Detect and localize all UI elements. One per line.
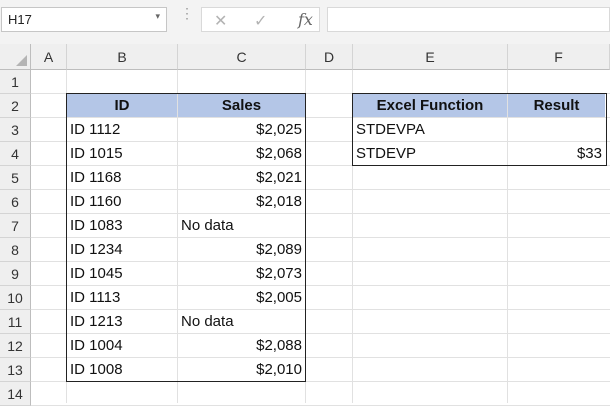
select-all-icon bbox=[16, 55, 27, 66]
column-header-d[interactable]: D bbox=[306, 44, 353, 70]
row-header-8[interactable]: 8 bbox=[0, 238, 31, 262]
row-header-14[interactable]: 14 bbox=[0, 382, 31, 406]
column-header-f[interactable]: F bbox=[508, 44, 610, 70]
table-cell[interactable]: ID 1213 bbox=[67, 310, 177, 333]
table-cell[interactable]: ID 1004 bbox=[67, 334, 177, 357]
row-header-5[interactable]: 5 bbox=[0, 166, 31, 190]
enter-icon[interactable]: ✓ bbox=[254, 11, 267, 31]
select-all-button[interactable] bbox=[0, 44, 31, 70]
row-header-3[interactable]: 3 bbox=[0, 118, 31, 142]
row-header-4[interactable]: 4 bbox=[0, 142, 31, 166]
table-cell[interactable]: ID 1045 bbox=[67, 262, 177, 285]
table-cell[interactable]: $2,021 bbox=[178, 166, 305, 189]
table-cell[interactable]: $2,073 bbox=[178, 262, 305, 285]
table-cell[interactable]: $2,010 bbox=[178, 358, 305, 381]
cancel-icon[interactable]: ✕ bbox=[214, 11, 227, 31]
row-header-11[interactable]: 11 bbox=[0, 310, 31, 334]
table-cell[interactable]: $2,005 bbox=[178, 286, 305, 309]
row-header-12[interactable]: 12 bbox=[0, 334, 31, 358]
table-cell[interactable]: ID 1160 bbox=[67, 190, 177, 213]
table-cell[interactable]: ID 1112 bbox=[67, 118, 177, 141]
name-box[interactable]: H17 ▾ bbox=[1, 7, 167, 32]
table-cell[interactable]: $2,068 bbox=[178, 142, 305, 165]
table-cell[interactable]: ID 1015 bbox=[67, 142, 177, 165]
sales-table-header[interactable]: Sales bbox=[178, 94, 305, 117]
formula-bar: H17 ▾ ⋮ ✕ ✓ fx bbox=[0, 0, 610, 44]
name-box-value: H17 bbox=[8, 12, 32, 27]
row-header-9[interactable]: 9 bbox=[0, 262, 31, 286]
table-cell[interactable]: No data bbox=[178, 214, 305, 237]
table-cell[interactable]: No data bbox=[178, 310, 305, 333]
table-cell[interactable]: $33 bbox=[508, 142, 605, 165]
formula-input[interactable] bbox=[327, 7, 610, 32]
table-cell[interactable]: ID 1113 bbox=[67, 286, 177, 309]
table-cell[interactable]: ID 1168 bbox=[67, 166, 177, 189]
row-header-10[interactable]: 10 bbox=[0, 286, 31, 310]
table-cell[interactable]: $2,088 bbox=[178, 334, 305, 357]
row-header-1[interactable]: 1 bbox=[0, 70, 31, 94]
function-table-header[interactable]: Excel Function bbox=[353, 94, 507, 117]
column-header-c[interactable]: C bbox=[178, 44, 306, 70]
table-cell[interactable]: STDEVP bbox=[353, 142, 507, 165]
function-table-header[interactable]: Result bbox=[508, 94, 605, 117]
row-header-13[interactable]: 13 bbox=[0, 358, 31, 382]
more-options-icon[interactable]: ⋮ bbox=[180, 6, 194, 20]
insert-function-icon[interactable]: fx bbox=[298, 10, 313, 29]
row-header-6[interactable]: 6 bbox=[0, 190, 31, 214]
table-cell[interactable]: $2,089 bbox=[178, 238, 305, 261]
spreadsheet-grid[interactable]: ABCDEF 1 2 3 4 5 6 7 8 9 10 11 12 13 14 ID Sales ID 111… bbox=[0, 44, 610, 406]
sales-table-header[interactable]: ID bbox=[67, 94, 177, 117]
table-cell[interactable]: STDEVPA bbox=[353, 118, 507, 141]
table-cell[interactable]: ID 1083 bbox=[67, 214, 177, 237]
table-cell[interactable]: ID 1008 bbox=[67, 358, 177, 381]
formula-buttons: ✕ ✓ fx bbox=[201, 7, 320, 32]
gridline bbox=[31, 381, 610, 382]
table-cell[interactable]: ID 1234 bbox=[67, 238, 177, 261]
chevron-down-icon[interactable]: ▾ bbox=[155, 11, 160, 22]
column-header-e[interactable]: E bbox=[353, 44, 508, 70]
table-cell[interactable]: $2,018 bbox=[178, 190, 305, 213]
column-header-b[interactable]: B bbox=[67, 44, 178, 70]
table-cell[interactable]: $2,025 bbox=[178, 118, 305, 141]
row-header-2[interactable]: 2 bbox=[0, 94, 31, 118]
table-cell[interactable] bbox=[508, 118, 605, 141]
row-header-7[interactable]: 7 bbox=[0, 214, 31, 238]
column-header-a[interactable]: A bbox=[31, 44, 67, 70]
